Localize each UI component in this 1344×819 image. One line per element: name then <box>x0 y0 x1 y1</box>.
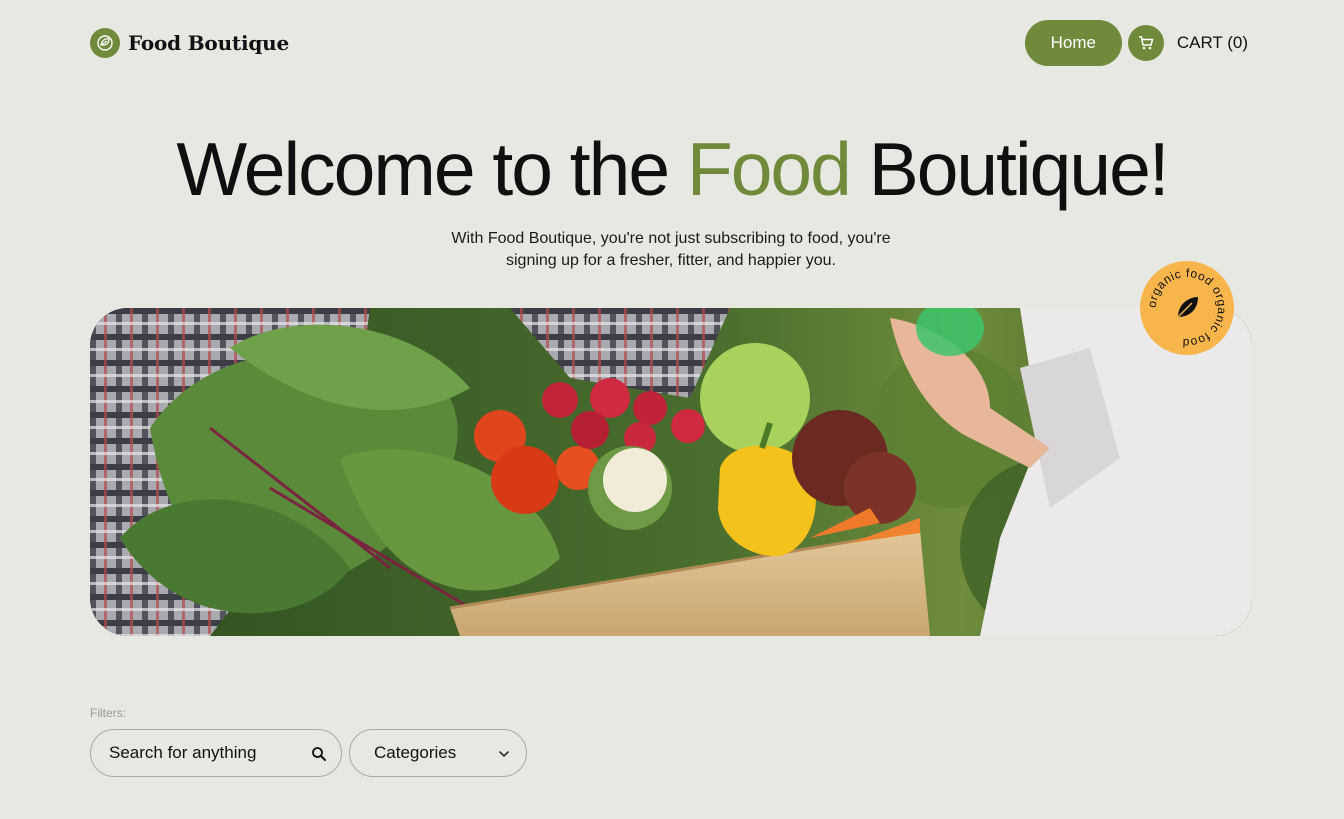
hero-title-accent: Food <box>686 127 852 211</box>
hero-title-suffix: Boutique! <box>849 127 1170 211</box>
search-icon[interactable] <box>311 746 327 762</box>
leaf-icon <box>1177 297 1198 318</box>
chevron-down-icon <box>499 751 509 757</box>
brand-logo[interactable]: Food Boutique <box>90 28 289 58</box>
hero-subtitle: With Food Boutique, you're not just subs… <box>451 230 891 269</box>
cart-link[interactable]: CART (0) <box>1177 33 1248 53</box>
search-input[interactable] <box>109 743 299 763</box>
filters-label: Filters: <box>90 706 126 720</box>
hero-image <box>90 308 1252 636</box>
home-button[interactable]: Home <box>1024 20 1122 66</box>
cart-icon <box>1138 36 1154 50</box>
leaf-circle-icon <box>90 28 120 58</box>
hero-title-prefix: Welcome to the <box>176 127 687 211</box>
categories-select[interactable]: Categories <box>349 729 527 777</box>
main-nav: Home CART (0) <box>1024 20 1248 66</box>
organic-food-badge: organic food organic food <box>1140 261 1234 355</box>
categories-label: Categories <box>374 743 457 762</box>
cart-icon-button[interactable] <box>1127 25 1164 61</box>
search-field[interactable] <box>90 729 342 777</box>
site-header: Food Boutique Home CART (0) <box>0 0 1344 86</box>
hero-title: Welcome to the Food Boutique! <box>0 126 1344 212</box>
brand-name: Food Boutique <box>128 31 290 55</box>
